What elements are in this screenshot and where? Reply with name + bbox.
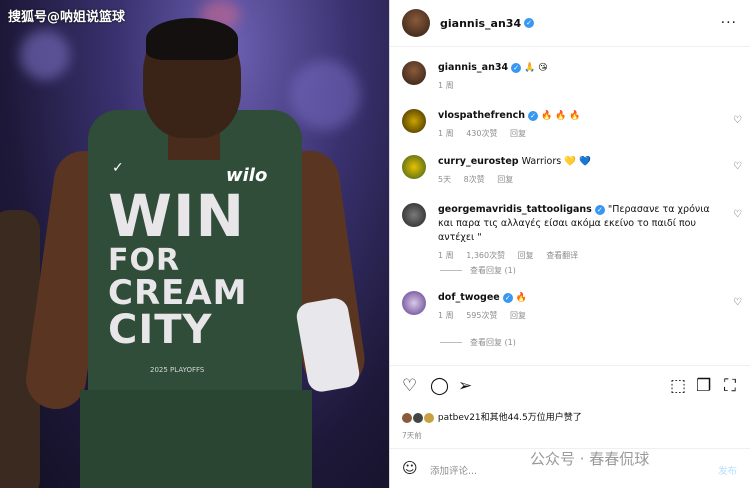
caption-time: 1 周	[438, 81, 454, 90]
avatar[interactable]	[402, 61, 426, 85]
watermark: 搜狐号@呐姐说篮球	[8, 10, 126, 25]
comment-time: 5天	[438, 175, 452, 184]
caption-text: 🙏 😘	[524, 63, 548, 73]
comments-list[interactable]: giannis_an34 ✓ 🙏 😘 1 周 vlospathefrench ✓ 🔥…	[390, 47, 750, 365]
comment-username[interactable]: vlospathefrench	[438, 110, 525, 121]
comment-time: 1 周	[438, 251, 454, 260]
comment-text: Warriors 💛 💙	[521, 156, 591, 167]
caption-username[interactable]: giannis_an34	[438, 62, 508, 73]
swoosh-logo: ✓	[112, 160, 124, 176]
comment-time: 1 周	[438, 311, 454, 320]
comment-likes[interactable]: 1,360次赞	[466, 251, 505, 260]
fullscreen-icon[interactable]: ⛶	[724, 376, 736, 396]
header-username[interactable]: giannis_an34	[440, 17, 521, 30]
heart-icon[interactable]: ♡	[733, 209, 742, 220]
comment-icon[interactable]: ◯	[430, 376, 449, 396]
reply-button[interactable]: 回复	[497, 175, 513, 184]
verified-icon: ✓	[594, 204, 605, 215]
avatar[interactable]	[402, 109, 426, 133]
avatar[interactable]	[402, 155, 426, 179]
avatar[interactable]	[402, 291, 426, 315]
comment-time: 1 周	[438, 129, 454, 138]
collection-icon[interactable]: ❐	[696, 376, 711, 396]
more-options-icon[interactable]: ···	[721, 15, 737, 31]
save-icon[interactable]: ⬚	[670, 376, 686, 396]
jersey-slogan: WIN FOR CREAM CITY	[108, 182, 248, 353]
heart-icon[interactable]: ♡	[402, 376, 417, 396]
comment-text: 🔥	[515, 293, 527, 303]
heart-icon[interactable]: ♡	[733, 297, 742, 308]
overlay-watermark: 公众号 · 春春侃球	[530, 450, 650, 468]
comment-username[interactable]: georgemavridis_tattooligans	[438, 204, 592, 215]
comment-username[interactable]: curry_eurostep	[438, 156, 519, 167]
view-replies[interactable]: 查看回复 (1)	[440, 265, 516, 276]
verified-icon: ✓	[511, 62, 522, 73]
heart-icon[interactable]: ♡	[733, 115, 742, 126]
post-photo[interactable]: ✓ wilo WIN FOR CREAM CITY 2025 PLAYOFFS …	[0, 0, 389, 488]
see-translation-button[interactable]: 查看翻译	[546, 251, 578, 260]
comment-input[interactable]: 添加评论...	[430, 463, 477, 477]
share-icon[interactable]: ➢	[458, 376, 472, 396]
comment-text: 🔥 🔥 🔥	[541, 111, 581, 121]
emoji-icon[interactable]: ☺	[402, 459, 418, 477]
avatar	[413, 412, 423, 423]
reply-button[interactable]: 回复	[510, 129, 526, 138]
post-time: 7天前	[402, 431, 422, 440]
avatar	[402, 412, 412, 423]
verified-icon: ✓	[502, 292, 513, 303]
reply-button[interactable]: 回复	[518, 251, 534, 260]
post-button[interactable]: 发布	[718, 463, 737, 477]
comment-likes[interactable]: 430次赞	[466, 129, 497, 138]
avatar[interactable]	[402, 203, 426, 227]
likes-summary[interactable]: patbev21和其他44.5万位用户赞了	[402, 410, 582, 423]
reply-button[interactable]: 回复	[510, 311, 526, 320]
post-panel: giannis_an34 ✓ ··· giannis_an34 ✓ 🙏 😘 1 周…	[389, 0, 750, 488]
shorts	[80, 390, 312, 488]
verified-icon: ✓	[524, 18, 535, 28]
verified-icon: ✓	[528, 110, 539, 121]
avatar[interactable]	[402, 9, 430, 37]
view-replies[interactable]: 查看回复 (1)	[440, 337, 516, 348]
avatar	[424, 412, 434, 423]
comment-likes[interactable]: 8次赞	[464, 175, 485, 184]
comment-username[interactable]: dof_twogee	[438, 292, 500, 303]
playoffs-text: 2025 PLAYOFFS	[150, 366, 205, 374]
heart-icon[interactable]: ♡	[733, 161, 742, 172]
action-bar: ♡ ◯ ➢ ⬚ ❐ ⛶	[390, 365, 750, 410]
post-header: giannis_an34 ✓ ···	[390, 0, 750, 47]
comment-likes[interactable]: 595次赞	[466, 311, 497, 320]
